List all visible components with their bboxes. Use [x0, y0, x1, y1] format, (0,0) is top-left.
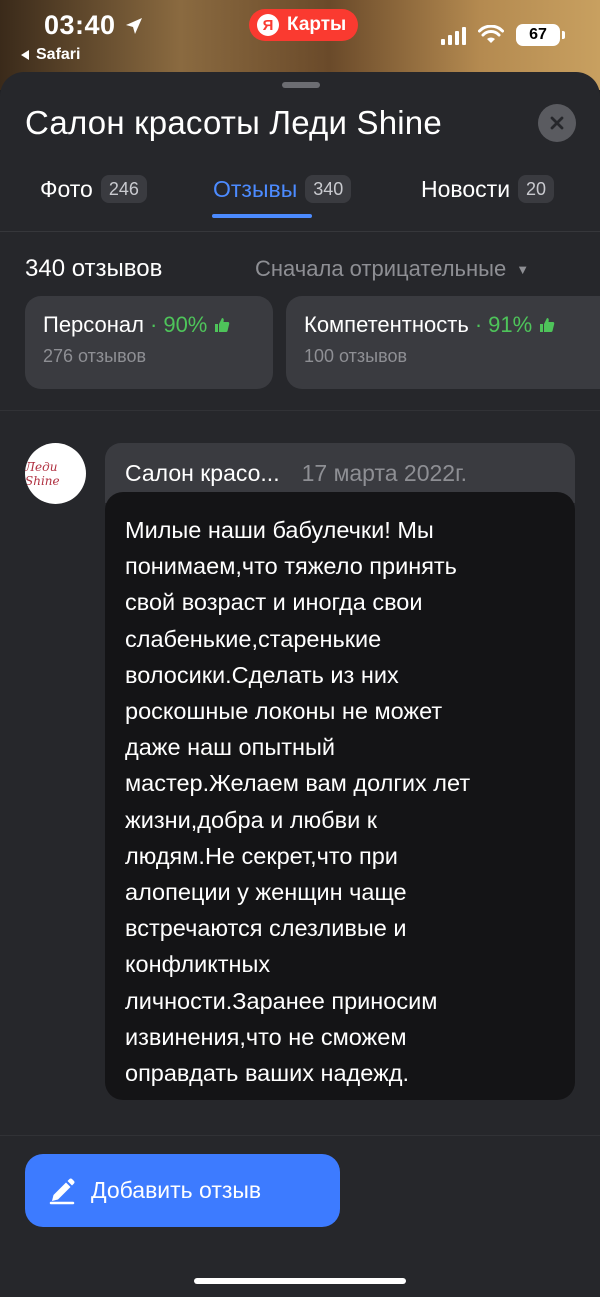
footer-divider	[0, 1135, 600, 1136]
thumbs-up-icon	[215, 318, 230, 332]
aspect-title: Персонал · 90%	[43, 312, 255, 338]
cellular-signal-icon	[441, 25, 466, 45]
tab-label: Фото	[40, 176, 93, 202]
yandex-maps-badge[interactable]: Я Карты	[249, 9, 359, 41]
back-to-safari-link[interactable]: Safari	[20, 46, 80, 64]
reviews-count: 340 отзывов	[25, 255, 163, 282]
yandex-logo-icon: Я	[257, 14, 279, 36]
app-badge-label: Карты	[287, 14, 347, 35]
close-button[interactable]	[538, 104, 576, 142]
wifi-icon	[478, 25, 504, 43]
aspect-separator: ·	[150, 312, 158, 337]
thumbs-up-icon	[540, 318, 555, 332]
sort-label: Сначала отрицательные	[255, 256, 507, 281]
reply-author: Салон красо...	[125, 459, 280, 486]
reply-text: Милые наши бабулечки! Мы понимаем,что тя…	[105, 492, 575, 1100]
reply-date: 17 марта 2022г.	[301, 459, 468, 486]
add-review-button[interactable]: Добавить отзыв	[25, 1154, 340, 1227]
tab-count-badge: 20	[518, 175, 555, 203]
tab-news[interactable]: Новости 20	[421, 172, 555, 232]
status-time: 03:40	[44, 10, 144, 41]
page-title: Салон красоты Леди Shine	[25, 104, 442, 141]
tab-label: Отзывы	[213, 176, 298, 202]
aspect-card-personnel[interactable]: Персонал · 90% 276 отзывов	[25, 296, 273, 389]
place-sheet: Салон красоты Леди Shine Фото 246 Отзывы…	[0, 72, 600, 1297]
status-indicators: 67	[441, 24, 565, 46]
aspect-name: Компетентность	[304, 312, 469, 337]
aspect-percent: 91%	[488, 312, 533, 337]
chevron-down-icon: ▼	[516, 261, 530, 277]
aspect-name: Персонал	[43, 312, 144, 337]
battery-icon: 67	[516, 24, 565, 46]
avatar: Леди Shine	[25, 443, 86, 504]
battery-level: 67	[529, 26, 547, 43]
tab-photo[interactable]: Фото 246	[40, 172, 147, 232]
aspect-separator: ·	[474, 312, 483, 337]
tab-reviews[interactable]: Отзывы 340	[213, 172, 352, 232]
aspect-percent: 90%	[163, 312, 208, 337]
time-label: 03:40	[44, 10, 116, 40]
sheet-grabber[interactable]	[282, 82, 320, 88]
add-review-label: Добавить отзыв	[91, 1177, 262, 1203]
sort-dropdown[interactable]: Сначала отрицательные ▼	[255, 256, 529, 282]
aspect-review-count: 276 отзывов	[43, 346, 147, 366]
aspect-card-competence[interactable]: Компетентность · 91% 100 отзывов	[286, 296, 600, 389]
pencil-icon	[49, 1177, 75, 1204]
close-icon	[550, 116, 564, 130]
aspect-title: Компетентность · 91%	[304, 312, 600, 338]
status-bar: 03:40 Safari Я Карты 67	[0, 0, 600, 72]
aspect-review-count: 100 отзывов	[304, 346, 408, 366]
section-divider	[0, 410, 600, 411]
location-arrow-icon	[125, 17, 142, 34]
home-indicator[interactable]	[194, 1278, 406, 1284]
tab-count-badge: 340	[305, 175, 352, 203]
tab-bar: Фото 246 Отзывы 340 Новости 20	[0, 172, 600, 232]
back-triangle-icon	[21, 50, 29, 60]
tab-count-badge: 246	[100, 175, 147, 203]
active-tab-indicator	[212, 214, 312, 218]
back-app-label: Safari	[36, 46, 81, 63]
tab-label: Новости	[421, 176, 511, 202]
avatar-logo-text: Леди Shine	[25, 459, 60, 488]
